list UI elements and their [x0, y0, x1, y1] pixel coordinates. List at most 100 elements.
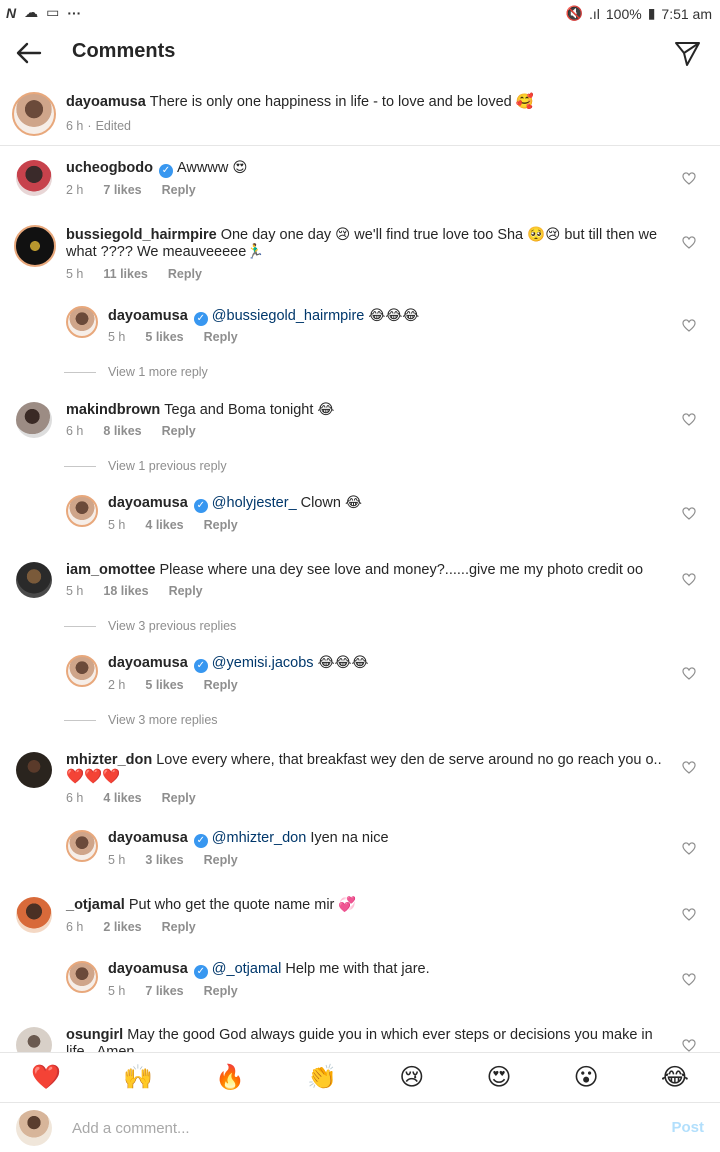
comment-text: ucheogbodo ✓ Awwww 😍: [66, 160, 248, 178]
verified-badge-icon: ✓: [193, 312, 208, 326]
cloud-icon: ☁: [24, 4, 39, 20]
comment-input[interactable]: [72, 1116, 632, 1140]
verified-badge-icon: ✓: [193, 834, 208, 848]
comments-list[interactable]: dayoamusa There is only one happiness in …: [0, 82, 720, 1052]
comment-meta: 6 h 8 likes Reply: [66, 424, 196, 438]
avatar[interactable]: [16, 752, 52, 788]
comment-username[interactable]: osungirl: [66, 1027, 123, 1043]
like-heart-icon[interactable]: [682, 236, 696, 250]
mention-link[interactable]: @_otjamal: [212, 961, 282, 977]
view-replies-button[interactable]: View 3 more replies: [64, 713, 218, 727]
emoji-heart-eyes[interactable]: 😍: [486, 1063, 511, 1092]
like-heart-icon[interactable]: [682, 573, 696, 587]
avatar[interactable]: [14, 225, 56, 267]
like-heart-icon[interactable]: [682, 319, 696, 333]
mention-link[interactable]: @yemisi.jacobs: [212, 655, 314, 671]
comment-username[interactable]: dayoamusa: [108, 655, 188, 671]
reply-button[interactable]: Reply: [204, 984, 238, 998]
comment-text: dayoamusa ✓ @_otjamal Help me with that ja…: [108, 961, 430, 979]
comment-username[interactable]: mhizter_don: [66, 752, 152, 768]
emoji-heart[interactable]: ❤️: [31, 1063, 61, 1092]
comment-meta: 5 h 5 likes Reply: [108, 330, 238, 344]
comment-username[interactable]: bussiegold_hairmpire: [66, 227, 217, 243]
avatar[interactable]: [16, 897, 52, 933]
avatar[interactable]: [16, 160, 52, 196]
comment-meta: 5 h 4 likes Reply: [108, 518, 238, 532]
avatar[interactable]: [66, 306, 98, 338]
comment-username[interactable]: iam_omottee: [66, 562, 155, 578]
comment-text: dayoamusa ✓ @mhizter_don Iyen na nice: [108, 830, 389, 848]
comment-username[interactable]: _otjamal: [66, 897, 125, 913]
like-heart-icon[interactable]: [682, 842, 696, 856]
like-heart-icon[interactable]: [682, 413, 696, 427]
emoji-laugh[interactable]: 😂: [661, 1063, 689, 1092]
like-heart-icon[interactable]: [682, 1039, 696, 1052]
emoji-cry[interactable]: 😢: [399, 1063, 424, 1092]
avatar[interactable]: [12, 92, 56, 136]
comment-username[interactable]: dayoamusa: [108, 961, 188, 977]
comment-meta: 5 h 18 likes Reply: [66, 584, 203, 598]
reply-button[interactable]: Reply: [169, 584, 203, 598]
comment-username[interactable]: dayoamusa: [108, 830, 188, 846]
emoji-raised-hands[interactable]: 🙌: [123, 1063, 153, 1092]
comment-text: dayoamusa ✓ @yemisi.jacobs 😂😂😂: [108, 655, 369, 673]
reply-button[interactable]: Reply: [162, 791, 196, 805]
verified-badge-icon: ✓: [193, 965, 208, 979]
comment-username[interactable]: ucheogbodo: [66, 160, 153, 176]
like-heart-icon[interactable]: [682, 172, 696, 186]
emoji-quick-bar: ❤️ 🙌 🔥 👏 😢 😍 😮 😂: [0, 1052, 720, 1102]
comment-input-bar: Post: [0, 1102, 720, 1152]
view-replies-button[interactable]: View 3 previous replies: [64, 619, 236, 633]
reply-button[interactable]: Reply: [168, 267, 202, 281]
divider: [64, 719, 96, 721]
avatar[interactable]: [16, 402, 52, 438]
avatar[interactable]: [66, 830, 98, 862]
comment-text: bussiegold_hairmpire One day one day 😢 we…: [66, 227, 658, 260]
like-heart-icon[interactable]: [682, 908, 696, 922]
emoji-fire[interactable]: 🔥: [215, 1063, 245, 1092]
like-heart-icon[interactable]: [682, 507, 696, 521]
avatar[interactable]: [66, 655, 98, 687]
comment-username[interactable]: dayoamusa: [108, 495, 188, 511]
post-button[interactable]: Post: [671, 1119, 704, 1136]
avatar[interactable]: [16, 562, 52, 598]
view-replies-button[interactable]: View 1 more reply: [64, 365, 208, 379]
caption-time: 6 h: [66, 119, 84, 133]
comment-text: _otjamal Put who get the quote name mir 💞: [66, 897, 357, 913]
reply-button[interactable]: Reply: [204, 853, 238, 867]
avatar[interactable]: [16, 1027, 52, 1052]
reply-button[interactable]: Reply: [162, 424, 196, 438]
view-replies-button[interactable]: View 1 previous reply: [64, 459, 227, 473]
comment-username[interactable]: makindbrown: [66, 402, 160, 418]
reply-button[interactable]: Reply: [204, 678, 238, 692]
caption-username[interactable]: dayoamusa: [66, 94, 146, 110]
back-arrow-icon[interactable]: [14, 38, 44, 68]
divider: [64, 465, 96, 467]
mention-link[interactable]: @mhizter_don: [212, 830, 307, 846]
emoji-clap[interactable]: 👏: [307, 1063, 337, 1092]
emoji-surprised[interactable]: 😮: [574, 1063, 599, 1092]
verified-badge-icon: ✓: [193, 659, 208, 673]
app-header: Comments: [0, 26, 720, 80]
divider: [64, 625, 96, 627]
caption-meta: 6 h · Edited: [66, 119, 132, 133]
reply-button[interactable]: Reply: [162, 920, 196, 934]
comment-meta: 2 h 5 likes Reply: [108, 678, 238, 692]
reply-button[interactable]: Reply: [204, 330, 238, 344]
mention-link[interactable]: @bussiegold_hairmpire: [212, 308, 365, 324]
comment-meta: 5 h 3 likes Reply: [108, 853, 238, 867]
comment-username[interactable]: dayoamusa: [108, 308, 188, 324]
comment-text: mhizter_don Love every where, that breakf…: [66, 752, 662, 785]
caption-edited: Edited: [95, 119, 132, 133]
mention-link[interactable]: @holyjester_: [212, 495, 297, 511]
like-heart-icon[interactable]: [682, 973, 696, 987]
avatar[interactable]: [66, 495, 98, 527]
direct-message-icon[interactable]: [672, 38, 702, 68]
avatar[interactable]: [66, 961, 98, 993]
like-heart-icon[interactable]: [682, 761, 696, 775]
reply-button[interactable]: Reply: [204, 518, 238, 532]
status-bar: N ☁ ▭ ··· 🔇 .ıl 100% ▮ 7:51 am: [0, 0, 720, 26]
reply-button[interactable]: Reply: [162, 183, 196, 197]
like-heart-icon[interactable]: [682, 667, 696, 681]
status-icons-right: 🔇 .ıl 100% ▮ 7:51 am: [566, 5, 712, 22]
